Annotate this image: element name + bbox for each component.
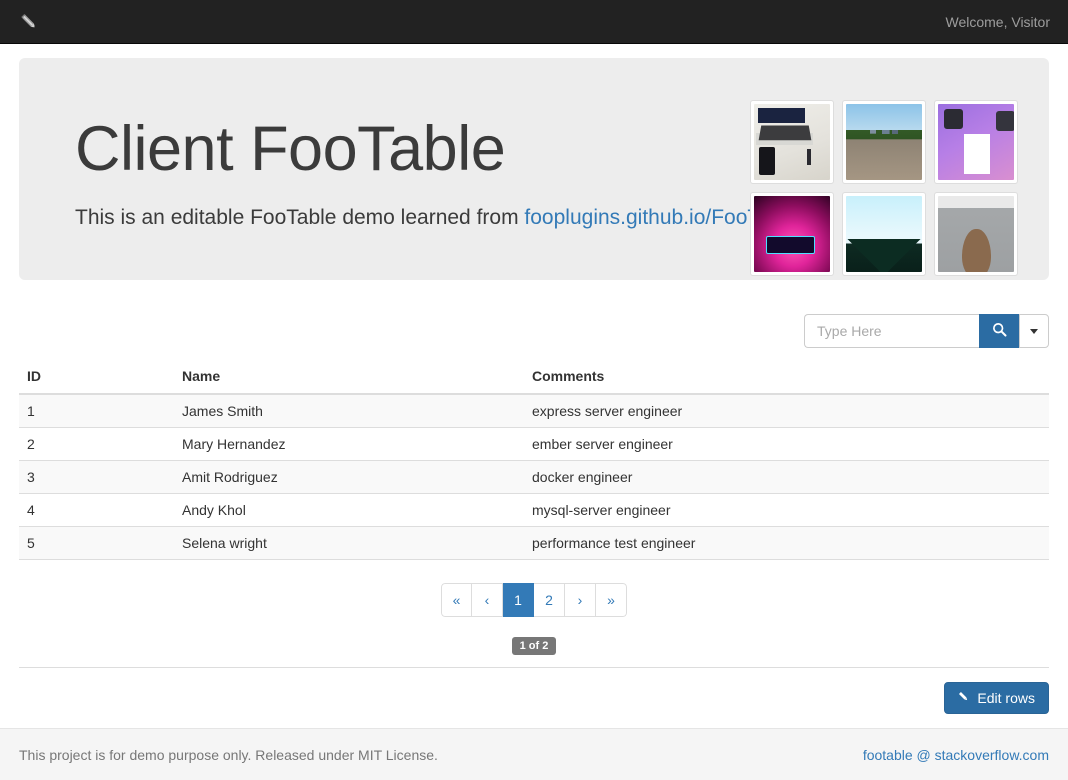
page-1[interactable]: 1 (503, 583, 534, 617)
page-last[interactable]: » (596, 583, 627, 617)
cell-comments: performance test engineer (524, 526, 1049, 560)
cell-name: Andy Khol (174, 493, 524, 527)
edit-rows-button[interactable]: Edit rows (944, 682, 1049, 714)
table-row[interactable]: 2 Mary Hernandez ember server engineer (19, 427, 1049, 461)
page-container: Client FooTable This is an editable FooT… (19, 58, 1049, 728)
webcam-portrait-photo (938, 196, 1014, 272)
page-counter-container: 1 of 2 (19, 617, 1049, 667)
city-skyline-photo (846, 104, 922, 180)
search-input-group (804, 314, 1049, 348)
cell-id: 3 (19, 460, 174, 494)
page-next[interactable]: › (565, 583, 596, 617)
table-row[interactable]: 1 James Smith express server engineer (19, 393, 1049, 428)
top-navbar: Welcome, Visitor (0, 0, 1068, 44)
data-table: ID Name Comments 1 James Smith express s… (19, 360, 1049, 560)
page-prev[interactable]: ‹ (472, 583, 503, 617)
actions-toolbar: Edit rows (19, 668, 1049, 728)
page-2[interactable]: 2 (534, 583, 565, 617)
subtitle-text: This is an editable FooTable demo learne… (75, 206, 525, 230)
pagination-container: « ‹ 1 2 › » (19, 560, 1049, 617)
laptop-electronics-photo (754, 104, 830, 180)
search-options-dropdown-button[interactable] (1019, 314, 1049, 348)
cell-id: 2 (19, 427, 174, 461)
cell-comments: mysql-server engineer (524, 493, 1049, 527)
cell-name: Amit Rodriguez (174, 460, 524, 494)
thumbnail-city-skyline-photo[interactable] (842, 100, 926, 184)
cell-comments: docker engineer (524, 460, 1049, 494)
cell-id: 1 (19, 393, 174, 428)
column-header-name[interactable]: Name (174, 360, 524, 395)
pagination: « ‹ 1 2 › » (441, 583, 627, 617)
footer-license-text: This project is for demo purpose only. R… (19, 746, 438, 763)
search-toolbar (19, 280, 1049, 360)
thumbnail-webcam-portrait-photo[interactable] (934, 192, 1018, 276)
thumbnail-laptop-electronics-photo[interactable] (750, 100, 834, 184)
thumbnail-neon-gaming-room-photo[interactable] (750, 192, 834, 276)
cell-comments: express server engineer (524, 393, 1049, 428)
table-head: ID Name Comments (19, 360, 1049, 395)
cell-id: 4 (19, 493, 174, 527)
table-row[interactable]: 3 Amit Rodriguez docker engineer (19, 460, 1049, 494)
tshirt-merch-graphic (938, 104, 1014, 180)
caret-down-icon (1030, 328, 1038, 334)
page-first[interactable]: « (441, 583, 472, 617)
cell-name: Mary Hernandez (174, 427, 524, 461)
search-button[interactable] (979, 314, 1019, 348)
welcome-label[interactable]: Welcome, Visitor (945, 12, 1053, 32)
footer-inner: This project is for demo purpose only. R… (19, 747, 1049, 763)
table-body: 1 James Smith express server engineer 2 … (19, 393, 1049, 560)
page-footer: This project is for demo purpose only. R… (0, 728, 1068, 780)
table-row[interactable]: 4 Andy Khol mysql-server engineer (19, 493, 1049, 527)
thumbnail-tshirt-merch-graphic[interactable] (934, 100, 1018, 184)
cell-comments: ember server engineer (524, 427, 1049, 461)
search-input[interactable] (804, 314, 979, 348)
neon-gaming-room-photo (754, 196, 830, 272)
page-counter-badge: 1 of 2 (511, 637, 557, 655)
table-header-row: ID Name Comments (19, 360, 1049, 395)
sky-landscape-photo (846, 196, 922, 272)
cell-id: 5 (19, 526, 174, 560)
column-header-id[interactable]: ID (19, 360, 174, 395)
thumbnail-sky-landscape-photo[interactable] (842, 192, 926, 276)
magnifier-icon (992, 322, 1007, 340)
pencil-icon (957, 690, 970, 705)
jumbotron: Client FooTable This is an editable FooT… (19, 58, 1049, 280)
column-header-comments[interactable]: Comments (524, 360, 1049, 395)
cell-name: James Smith (174, 393, 524, 428)
thumbnail-grid (750, 100, 1026, 276)
table-row[interactable]: 5 Selena wright performance test enginee… (19, 526, 1049, 560)
edit-rows-label: Edit rows (977, 689, 1035, 706)
pencil-icon[interactable] (15, 7, 43, 37)
footer-stackoverflow-link[interactable]: footable @ stackoverflow.com (863, 747, 1049, 763)
cell-name: Selena wright (174, 526, 524, 560)
